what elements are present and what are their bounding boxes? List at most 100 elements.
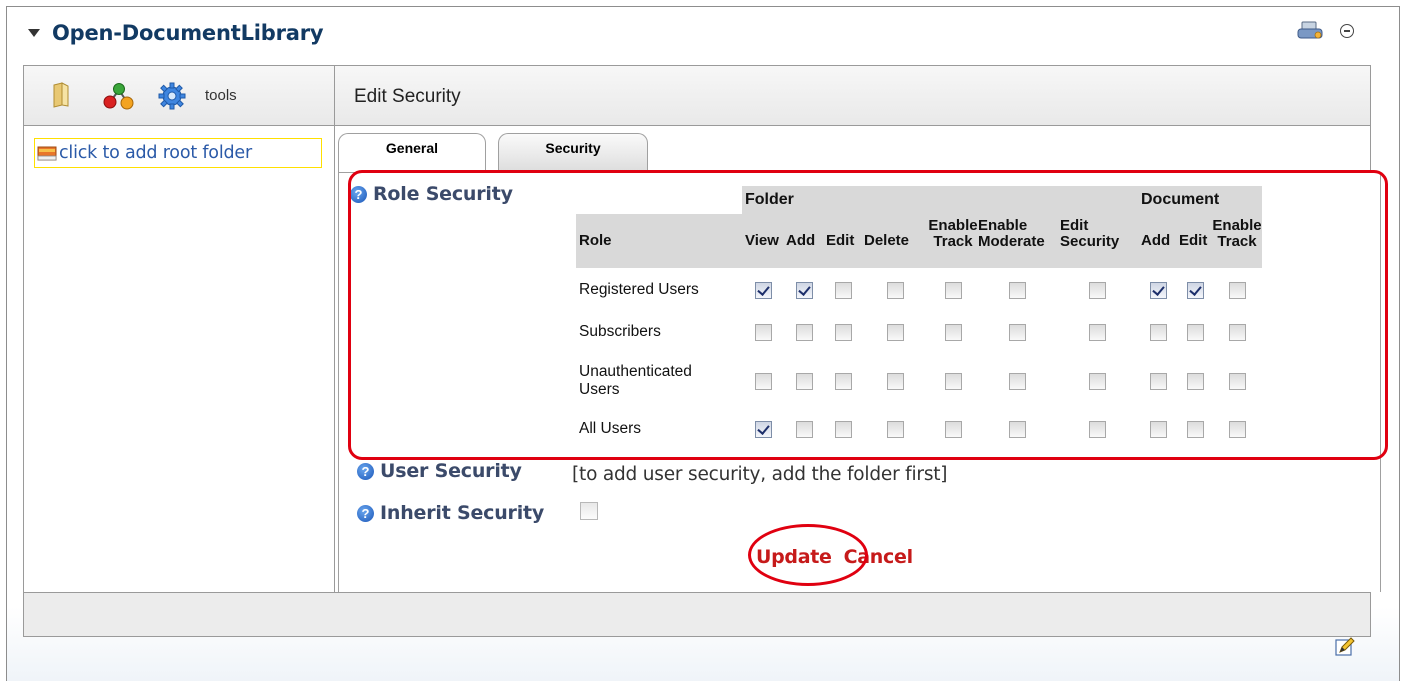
column-header-row: Role View Add Edit Delete Enable Track En… — [576, 214, 1262, 268]
permission-cell — [928, 410, 978, 448]
permission-checkbox[interactable] — [1008, 281, 1026, 299]
permission-checkbox[interactable] — [944, 323, 962, 341]
col-header-doc-enable-track-line1: Enable — [1212, 217, 1262, 234]
gear-icon[interactable] — [158, 82, 186, 110]
permission-cell — [742, 410, 784, 448]
permission-checkbox[interactable] — [1228, 372, 1246, 390]
print-icon[interactable] — [1296, 20, 1324, 42]
cancel-button[interactable]: Cancel — [844, 546, 913, 568]
update-button[interactable]: Update — [756, 546, 832, 568]
permission-checkbox[interactable] — [754, 372, 772, 390]
permission-checkbox[interactable] — [1228, 420, 1246, 438]
add-root-folder-label[interactable]: click to add root folder — [59, 143, 252, 163]
permission-checkbox[interactable] — [1008, 323, 1026, 341]
permission-checkbox[interactable] — [834, 323, 852, 341]
folder-tree: click to add root folder — [24, 126, 335, 592]
tools-label[interactable]: tools — [205, 87, 237, 104]
permission-checkbox[interactable] — [1008, 420, 1026, 438]
edit-panel-title: Edit Security — [354, 86, 461, 107]
col-header-doc-enable-track-line2: Track — [1217, 233, 1257, 250]
col-header-delete: Delete — [862, 214, 928, 268]
permission-checkbox[interactable] — [754, 323, 772, 341]
blank-header-cell — [576, 186, 742, 214]
folder-group-header: Folder — [742, 186, 1138, 214]
action-row: Update Cancel — [756, 546, 913, 568]
permission-checkbox[interactable] — [1088, 323, 1106, 341]
table-row: Unauthenticated Users — [576, 352, 1262, 410]
help-icon[interactable]: ? — [357, 504, 374, 522]
permission-checkbox[interactable] — [754, 420, 772, 438]
permission-checkbox[interactable] — [1149, 281, 1167, 299]
permission-checkbox[interactable] — [1088, 281, 1106, 299]
permission-checkbox[interactable] — [944, 281, 962, 299]
permission-cell — [1178, 410, 1212, 448]
permission-checkbox[interactable] — [1186, 281, 1204, 299]
toolbar: tools — [24, 66, 335, 126]
col-header-enable-moderate: Enable Moderate — [978, 214, 1056, 268]
permission-checkbox[interactable] — [795, 281, 813, 299]
col-header-edit: Edit — [824, 214, 862, 268]
permission-checkbox[interactable] — [886, 372, 904, 390]
permission-checkbox[interactable] — [1228, 281, 1246, 299]
col-header-doc-edit: Edit — [1178, 214, 1212, 268]
permission-checkbox[interactable] — [1149, 372, 1167, 390]
inherit-security-heading: ? Inherit Security — [357, 502, 544, 524]
help-icon[interactable]: ? — [357, 462, 374, 480]
permission-checkbox[interactable] — [795, 420, 813, 438]
permission-cell — [784, 312, 824, 352]
permission-checkbox[interactable] — [1186, 323, 1204, 341]
permission-cell — [824, 352, 862, 410]
permission-checkbox[interactable] — [795, 323, 813, 341]
footer-bar — [24, 592, 1370, 636]
permission-cell — [742, 352, 784, 410]
tab-general[interactable]: General — [338, 133, 486, 174]
permission-cell — [978, 410, 1056, 448]
permission-cell — [784, 268, 824, 312]
permission-checkbox[interactable] — [944, 372, 962, 390]
document-group-header: Document — [1138, 186, 1262, 214]
permission-checkbox[interactable] — [886, 323, 904, 341]
permission-checkbox[interactable] — [754, 281, 772, 299]
permission-cell — [1212, 352, 1262, 410]
permission-cell — [1212, 268, 1262, 312]
permission-checkbox[interactable] — [795, 372, 813, 390]
permission-checkbox[interactable] — [1088, 372, 1106, 390]
permission-cell — [862, 312, 928, 352]
permission-cell — [1138, 312, 1178, 352]
help-icon[interactable]: ? — [350, 185, 367, 203]
col-header-enable-track: Enable Track — [928, 214, 978, 268]
permission-cell — [784, 352, 824, 410]
permission-checkbox[interactable] — [1008, 372, 1026, 390]
org-chart-icon[interactable] — [102, 82, 134, 110]
permission-checkbox[interactable] — [1088, 420, 1106, 438]
collapse-triangle-icon[interactable] — [28, 29, 40, 37]
permission-checkbox[interactable] — [886, 420, 904, 438]
permission-checkbox[interactable] — [834, 420, 852, 438]
minimize-icon[interactable] — [1340, 24, 1354, 38]
permission-checkbox[interactable] — [944, 420, 962, 438]
col-header-doc-add: Add — [1138, 214, 1178, 268]
permission-cell — [1138, 268, 1178, 312]
permission-checkbox[interactable] — [1186, 420, 1204, 438]
permission-checkbox[interactable] — [834, 281, 852, 299]
inherit-security-checkbox[interactable] — [580, 502, 598, 520]
tab-strip: General Security — [335, 126, 1370, 174]
col-header-edit-security-line2: Security — [1060, 233, 1120, 250]
permission-cell — [1212, 410, 1262, 448]
col-header-edit-security-line1: Edit — [1060, 217, 1089, 234]
permission-cell — [1178, 312, 1212, 352]
permission-checkbox[interactable] — [1149, 420, 1167, 438]
col-header-view: View — [742, 214, 784, 268]
tab-security[interactable]: Security — [498, 133, 648, 173]
permission-checkbox[interactable] — [1228, 323, 1246, 341]
permission-checkbox[interactable] — [1149, 323, 1167, 341]
module-title: Open-DocumentLibrary — [52, 21, 324, 45]
permission-checkbox[interactable] — [834, 372, 852, 390]
permission-cell — [978, 268, 1056, 312]
add-root-folder-link[interactable]: click to add root folder — [34, 138, 322, 168]
permission-checkbox[interactable] — [886, 281, 904, 299]
role-security-heading: ? Role Security — [350, 183, 513, 205]
folder-icon[interactable] — [52, 82, 70, 108]
permission-checkbox[interactable] — [1186, 372, 1204, 390]
edit-pencil-icon[interactable] — [1334, 636, 1356, 658]
